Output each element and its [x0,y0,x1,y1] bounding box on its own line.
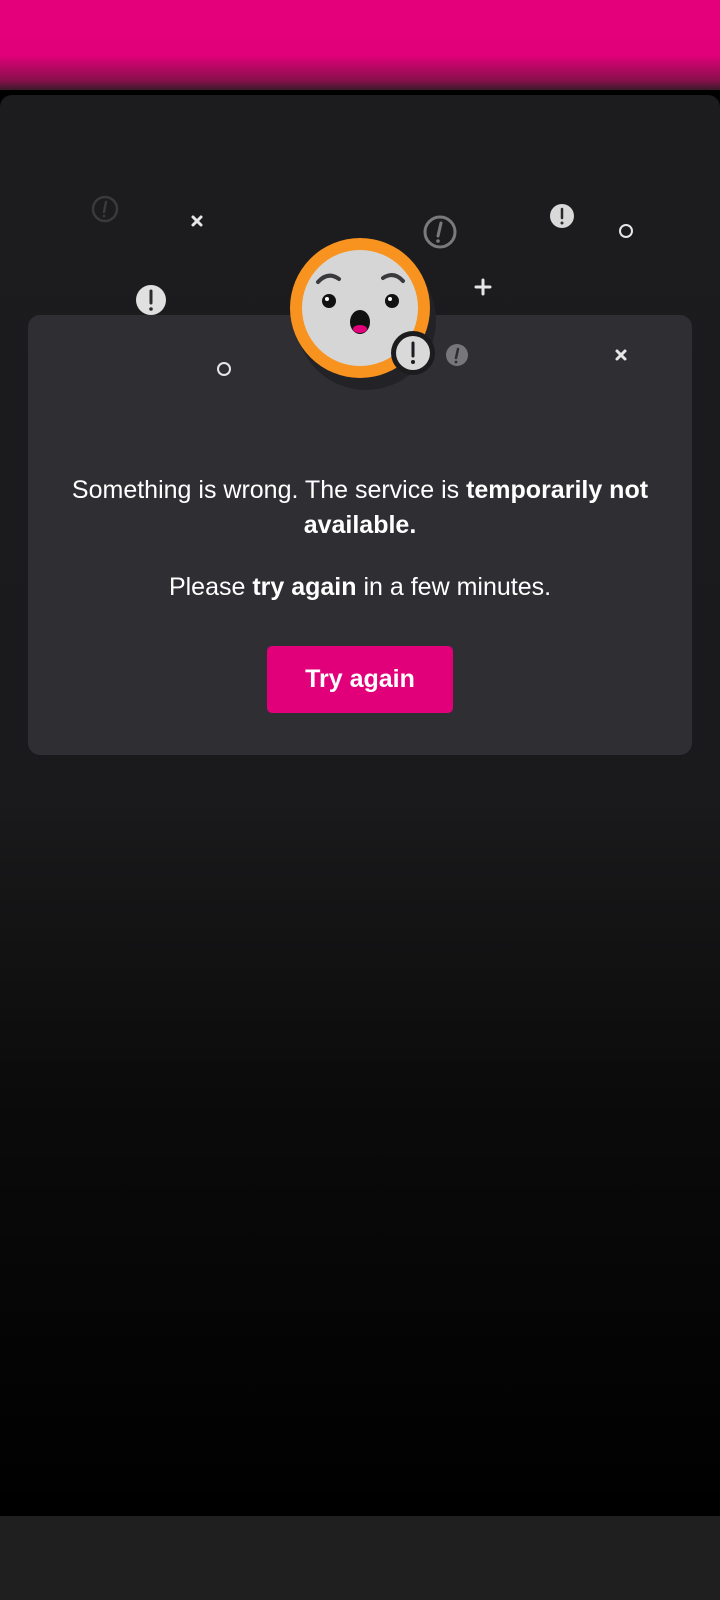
system-navigation-bar [0,1516,720,1600]
retry-message: Please try again in a few minutes. [70,570,650,605]
retry-message-prefix: Please [168,573,253,601]
error-message-text: Something is wrong. The service is [71,476,467,504]
retry-message-emphasis: try again [252,573,357,601]
app-header-bar [0,0,720,90]
retry-message-suffix: in a few minutes. [356,573,552,601]
content-panel [0,95,720,1515]
error-message: Something is wrong. The service is tempo… [70,473,650,543]
try-again-button[interactable]: Try again [267,646,453,713]
